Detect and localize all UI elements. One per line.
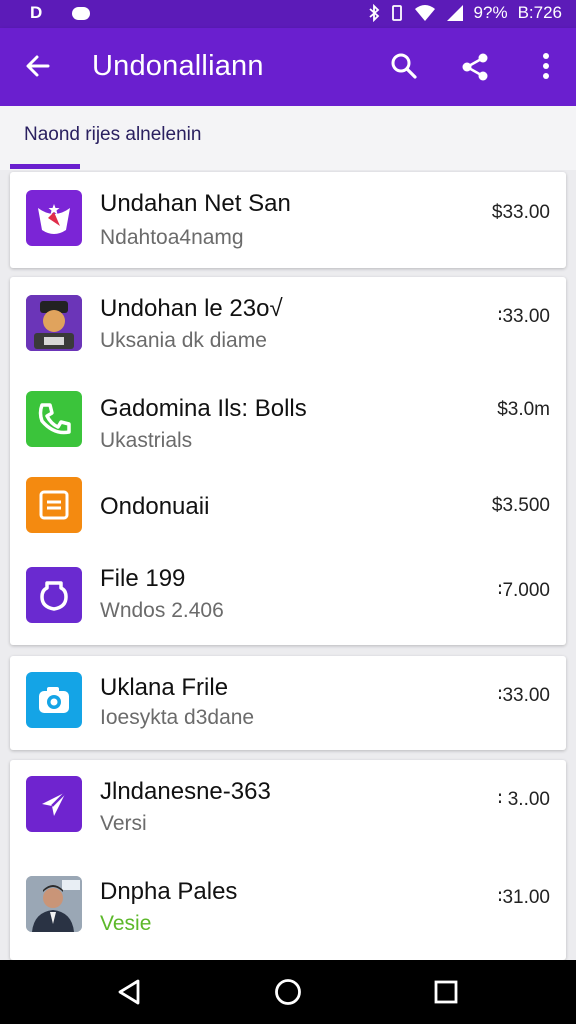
item-name: Dnpha Pales: [100, 878, 238, 905]
item-subtitle: Wndos 2.406: [100, 599, 224, 622]
section-label: Naond rijes alnelenin: [24, 124, 202, 145]
battery-percent: 9?%: [473, 3, 508, 22]
app-bar: Undonalliann: [0, 28, 576, 106]
page-title: Undonalliann: [92, 50, 264, 82]
list-item[interactable]: Dnpha Pales Vesie ∶31.00: [10, 860, 566, 956]
list-item[interactable]: File 199 Wndos 2.406 ∶7.000: [10, 549, 566, 645]
item-price: ∶33.00: [497, 306, 551, 327]
item-price: ∶7.000: [497, 580, 551, 601]
item-subtitle: Versi: [100, 812, 147, 835]
recents-square-icon[interactable]: [430, 976, 462, 1008]
item-name: Undohan le 23o√: [100, 295, 283, 322]
list-item[interactable]: Undohan le 23o√ Uksania dk diame ∶33.00: [10, 277, 566, 373]
status-left-glyph: D: [30, 3, 43, 22]
tab-indicator: [10, 164, 80, 169]
item-price: $33.00: [491, 202, 550, 223]
item-price: $3.500: [491, 495, 550, 516]
wifi-icon: [414, 5, 435, 21]
back-arrow-icon[interactable]: [22, 50, 54, 82]
item-subtitle: Ndahtoa4namg: [100, 226, 244, 249]
list-card: Jlndanesne-363 Versi ∶ 3..00 Dnpha Pales…: [10, 760, 566, 960]
photo-avatar-icon: [26, 295, 82, 351]
blue-camera-icon: [26, 672, 82, 728]
green-phone-icon: [26, 391, 82, 447]
item-name: Undahan Net San: [100, 190, 291, 217]
list-item[interactable]: Uklana Frile Ioesykta d3dane ∶33.00: [10, 656, 566, 752]
search-icon[interactable]: [388, 50, 420, 82]
item-name: Uklana Frile: [100, 674, 229, 701]
item-subtitle: Vesie: [100, 912, 152, 935]
item-price: ∶31.00: [497, 887, 551, 908]
back-triangle-icon[interactable]: [114, 976, 146, 1008]
item-price: ∶33.00: [497, 685, 551, 706]
orange-document-icon: [26, 477, 82, 533]
share-icon[interactable]: [458, 50, 492, 84]
item-name: Gadomina Ils: Bolls: [100, 395, 307, 422]
purple-star-icon: [26, 190, 82, 246]
purple-send-icon: [26, 776, 82, 832]
purple-shield-icon: [26, 567, 82, 623]
item-price: ∶ 3..00: [497, 789, 550, 810]
status-bar: D 9?% B:726: [0, 0, 576, 28]
list-card: Uklana Frile Ioesykta d3dane ∶33.00: [10, 656, 566, 750]
bluetooth-icon: [368, 4, 379, 22]
home-circle-icon[interactable]: [272, 976, 304, 1008]
item-subtitle: Uksania dk diame: [100, 329, 267, 352]
list-card: Undahan Net San Ndahtoa4namg $33.00: [10, 172, 566, 268]
item-name: File 199: [100, 565, 186, 592]
portrait-photo-icon: [26, 876, 82, 932]
item-name: Jlndanesne-363: [100, 778, 271, 805]
list-item[interactable]: Jlndanesne-363 Versi ∶ 3..00: [10, 760, 566, 856]
list-card: Undohan le 23o√ Uksania dk diame ∶33.00 …: [10, 277, 566, 645]
list-item[interactable]: Undahan Net San Ndahtoa4namg $33.00: [10, 172, 566, 268]
item-subtitle: Ioesykta d3dane: [100, 706, 255, 729]
status-time: B:726: [517, 3, 562, 22]
item-name: Ondonuaii: [100, 493, 210, 520]
more-vert-icon[interactable]: [534, 50, 558, 82]
section-header: Naond rijes alnelenin: [0, 106, 576, 170]
list-item[interactable]: Gadomina Ils: Bolls Ukastrials $3.0m: [10, 373, 566, 469]
vibrate-icon: [391, 5, 402, 21]
item-subtitle: Ukastrials: [100, 429, 193, 452]
item-price: $3.0m: [497, 399, 550, 420]
signal-icon: [446, 5, 463, 21]
system-nav-bar: [0, 960, 576, 1024]
cloud-icon: [72, 6, 91, 20]
